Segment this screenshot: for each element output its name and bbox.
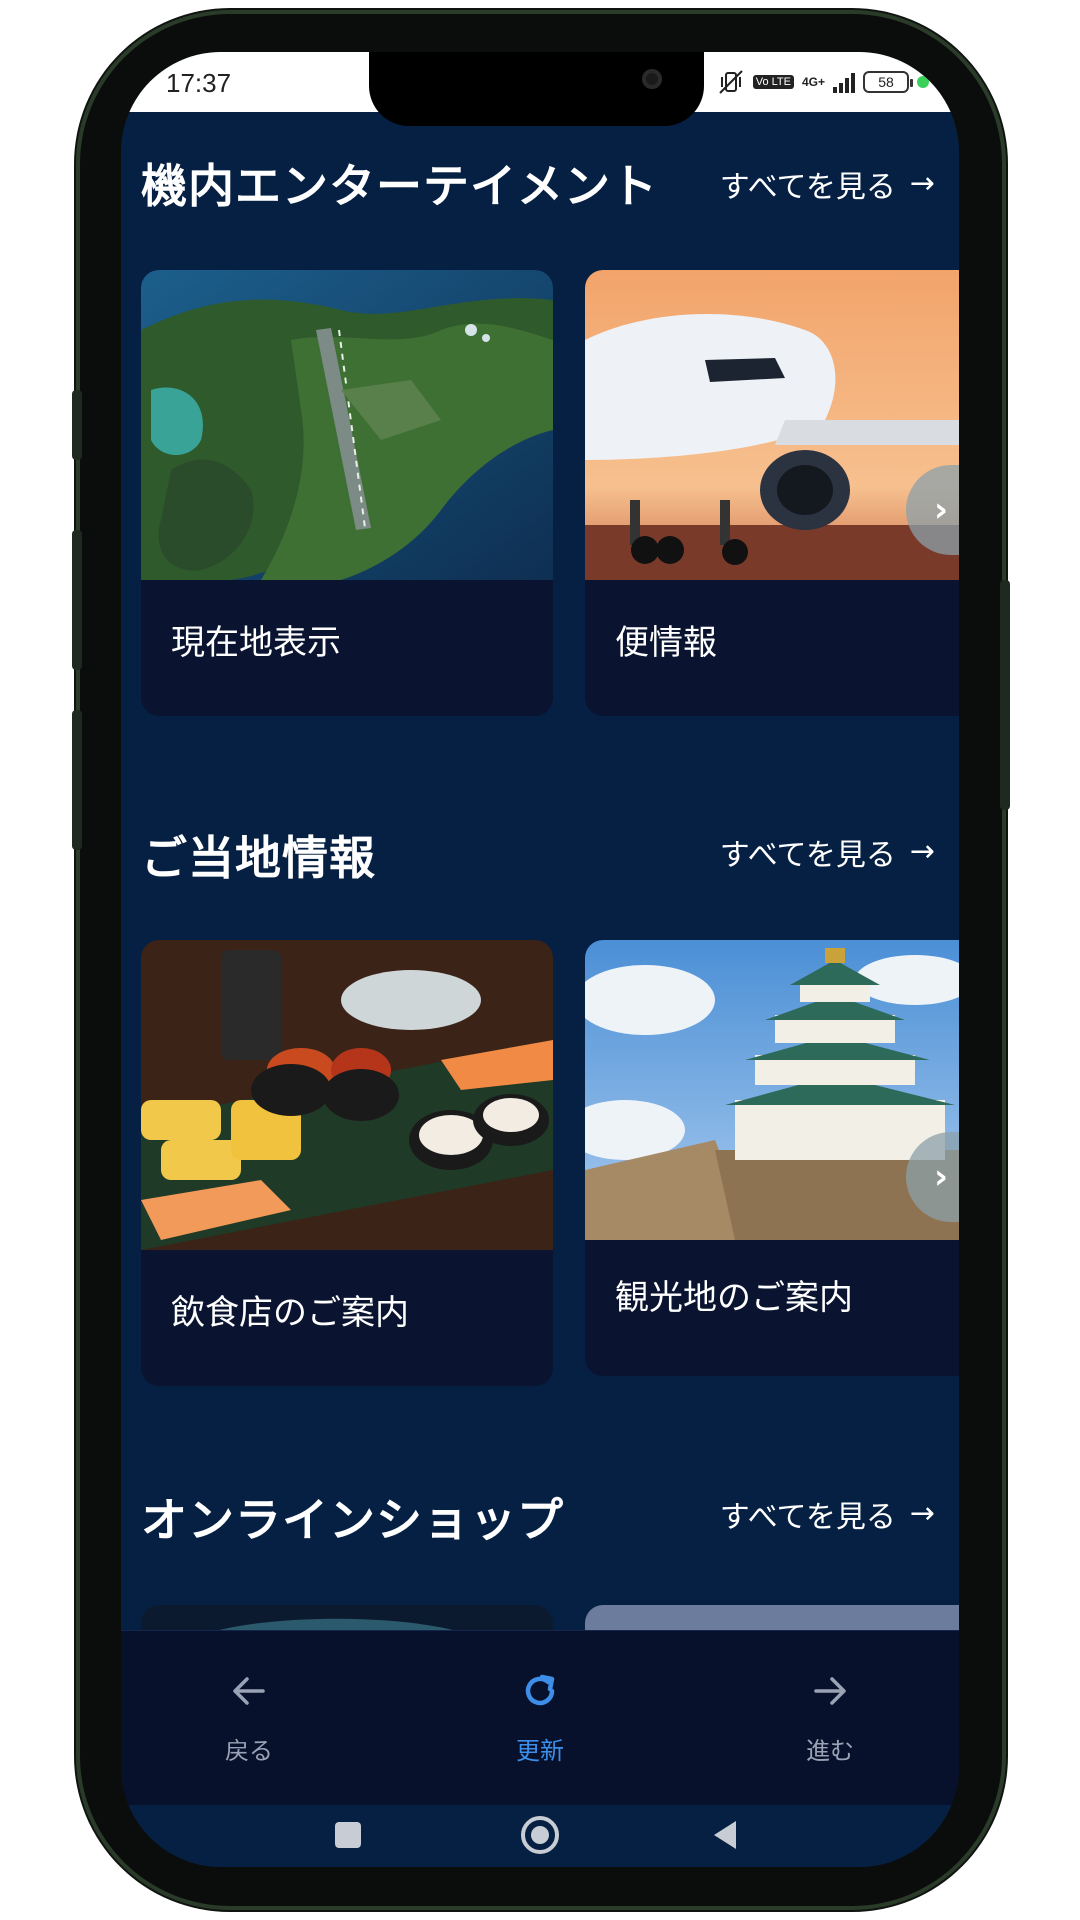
phone-volume-down-button (72, 710, 82, 850)
card-flight-info[interactable]: 便情報 (585, 270, 959, 716)
triangle-back-icon[interactable] (714, 1821, 736, 1849)
see-all-shop-link[interactable]: すべてを見る → (720, 1492, 935, 1536)
status-icons: Vo LTE 4G+ 58 (717, 66, 929, 98)
network-type: 4G+ (801, 75, 825, 89)
card-label: 便情報 (615, 623, 717, 663)
section-title-local-info: ご当地情報 (141, 831, 376, 885)
see-all-label: すべてを見る (719, 170, 896, 205)
screen: 17:37 Vo LTE 4G+ 58 機内エンターテイメント すべてを見る → (121, 52, 959, 1867)
status-time: 17:37 (166, 68, 232, 98)
aerial-airport-image (141, 270, 553, 580)
arrow-right-icon: → (909, 166, 935, 201)
card-sightseeing[interactable]: 観光地のご案内 (585, 940, 959, 1376)
card-label: 現在地表示 (171, 623, 341, 663)
see-all-label: すべてを見る (719, 1500, 896, 1535)
arrow-right-icon: → (909, 834, 935, 869)
phone-volume-up-button (72, 530, 82, 670)
card-restaurants[interactable]: 飲食店のご案内 (141, 940, 553, 1386)
arrow-right-icon (750, 1661, 910, 1721)
nav-forward-label: 進む (806, 1737, 854, 1765)
privacy-indicator-dot (917, 76, 929, 88)
front-camera (642, 69, 662, 89)
nav-back-button[interactable]: 戻る (169, 1661, 329, 1766)
see-all-label: すべてを見る (719, 838, 896, 873)
phone-power-button (1000, 580, 1010, 810)
android-navigation-bar (121, 1805, 959, 1867)
volte-icon: Vo LTE (752, 75, 794, 89)
nav-back-label: 戻る (225, 1737, 273, 1765)
vibrate-mute-icon (717, 69, 745, 95)
section-title-online-shop: オンラインショップ (141, 1493, 564, 1547)
refresh-icon (460, 1661, 620, 1721)
signal-icon (833, 71, 855, 93)
nav-forward-button[interactable]: 進む (750, 1661, 910, 1766)
circle-icon[interactable] (521, 1816, 559, 1854)
card-label: 観光地のご案内 (615, 1278, 853, 1318)
square-icon[interactable] (335, 1822, 361, 1848)
nav-refresh-button[interactable]: 更新 (460, 1661, 620, 1766)
nav-refresh-label: 更新 (516, 1737, 564, 1765)
arrow-left-icon (169, 1661, 329, 1721)
chevron-right-icon: › (934, 490, 949, 530)
card-current-location[interactable]: 現在地表示 (141, 270, 553, 716)
phone-side-button (72, 390, 82, 460)
card-label: 飲食店のご案内 (171, 1293, 409, 1333)
bottom-navigation: 戻る 更新 進む (121, 1630, 959, 1806)
battery-icon: 58 (863, 71, 913, 93)
castle-image (585, 940, 959, 1240)
chevron-right-icon: › (934, 1157, 949, 1197)
airplane-sunset-image (585, 270, 959, 580)
see-all-local-link[interactable]: すべてを見る → (720, 830, 935, 874)
sushi-image (141, 940, 553, 1250)
arrow-right-icon: → (909, 1496, 935, 1531)
section-title-inflight: 機内エンターテイメント (141, 159, 658, 213)
see-all-inflight-link[interactable]: すべてを見る → (720, 162, 935, 206)
camera-notch (369, 52, 704, 126)
